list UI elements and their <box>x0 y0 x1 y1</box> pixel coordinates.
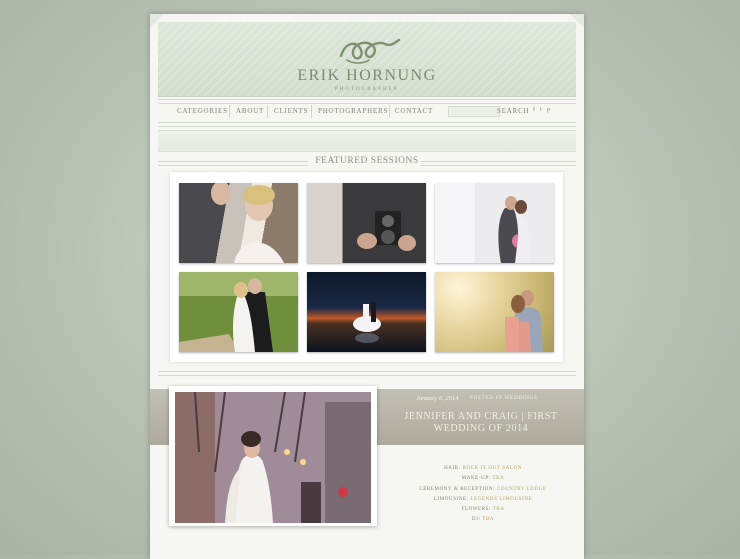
credit-row: HAIR: ROCK IT OUT SALON <box>390 464 576 474</box>
twitter-icon[interactable]: t <box>540 107 542 113</box>
credit-label: MAKE-UP: <box>461 476 491 482</box>
divider <box>158 122 576 127</box>
credit-value-link[interactable]: COUNTRY LODGE <box>497 487 547 492</box>
site-tagline: PHOTOGRAPHER <box>335 87 399 92</box>
credit-value-link[interactable]: TBA <box>492 476 504 481</box>
nav-separator <box>311 105 312 118</box>
credit-row: DJ: TBA <box>390 515 576 525</box>
nav-item-about[interactable]: ABOUT <box>236 107 264 115</box>
post-date: January 6, 2014 <box>416 395 459 402</box>
nav-separator <box>389 105 390 118</box>
search-button[interactable]: SEARCH <box>497 107 529 115</box>
post-credits: HAIR: ROCK IT OUT SALON MAKE-UP: TBA CER… <box>390 464 576 526</box>
post-featured-photo[interactable] <box>175 392 371 523</box>
nav-separator <box>229 105 230 118</box>
search-input[interactable] <box>448 106 500 117</box>
credit-value-link[interactable]: ROCK IT OUT SALON <box>463 466 522 471</box>
gallery-photo[interactable] <box>179 183 298 263</box>
credit-label: LIMOUSINE: <box>433 496 469 502</box>
credit-row: MAKE-UP: TBA <box>390 474 576 484</box>
credit-value-link[interactable]: LEGENDS LIMOUSINE <box>471 497 533 502</box>
site-header: ERIK HORNUNG PHOTOGRAPHER <box>158 22 576 97</box>
gallery-photo[interactable] <box>307 183 426 263</box>
nav-item-clients[interactable]: CLIENTS <box>274 107 308 115</box>
credit-label: HAIR: <box>444 466 461 471</box>
site-title[interactable]: ERIK HORNUNG <box>158 67 576 85</box>
nav-separator <box>267 105 268 118</box>
gallery-photo[interactable] <box>435 272 554 352</box>
credit-label: DJ: <box>471 517 481 523</box>
credit-label: CEREMONY & RECEPTION: <box>419 486 496 492</box>
pinterest-icon[interactable]: p <box>547 107 551 113</box>
gallery-photo[interactable] <box>179 272 298 352</box>
post-title[interactable]: JENNIFER AND CRAIG | FIRST WEDDING OF 20… <box>386 411 576 435</box>
nav-item-contact[interactable]: CONTACT <box>395 107 433 115</box>
divider <box>158 371 576 376</box>
credit-value-link[interactable]: TBA <box>482 517 494 522</box>
banner-strip <box>158 130 576 152</box>
credit-row: FLOWERS: TBA <box>390 505 576 515</box>
nav-item-photographers[interactable]: PHOTOGRAPHERS <box>318 107 388 115</box>
credit-row: LIMOUSINE: LEGENDS LIMOUSINE <box>390 495 576 505</box>
title-rule-right <box>420 161 576 166</box>
main-nav: CATEGORIES ABOUT CLIENTS PHOTOGRAPHERS C… <box>158 104 576 120</box>
gallery-photo[interactable] <box>435 183 554 263</box>
post-photo-frame <box>169 386 377 526</box>
page-container: ERIK HORNUNG PHOTOGRAPHER CATEGORIES ABO… <box>150 14 584 559</box>
nav-item-categories[interactable]: CATEGORIES <box>177 107 228 115</box>
facebook-icon[interactable]: f <box>533 107 536 113</box>
credit-label: FLOWERS: <box>461 507 491 513</box>
gallery-photo[interactable] <box>307 272 426 352</box>
credit-row: CEREMONY & RECEPTION: COUNTRY LODGE <box>390 485 576 495</box>
logo-icon[interactable] <box>333 32 403 68</box>
featured-gallery <box>170 172 563 362</box>
post-category-link[interactable]: POSTED IN WEDDINGS <box>470 396 538 401</box>
credit-value-link[interactable]: TBA <box>493 507 505 512</box>
